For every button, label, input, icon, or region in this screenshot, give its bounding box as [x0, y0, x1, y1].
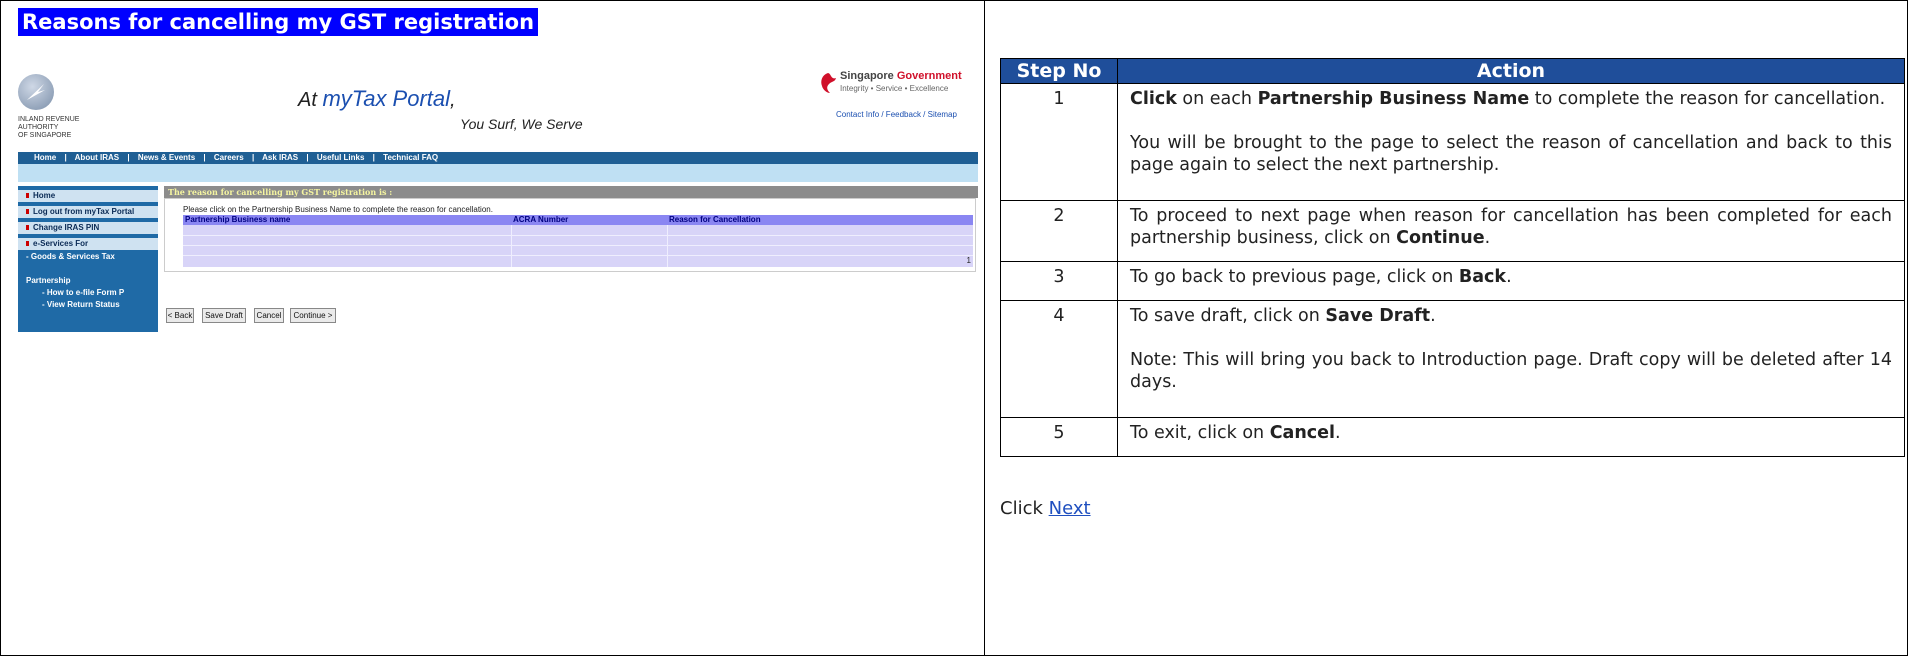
sg-gov-title: Singapore Government — [840, 70, 962, 82]
next-link[interactable]: Next — [1049, 498, 1091, 519]
table-row[interactable] — [183, 245, 973, 246]
table-divider — [511, 225, 512, 267]
step-no-header: Step No — [1000, 58, 1118, 84]
step-number: 2 — [1000, 200, 1118, 262]
step-number: 5 — [1000, 417, 1118, 457]
back-button[interactable]: < Back — [166, 308, 194, 323]
cancel-button[interactable]: Cancel — [254, 308, 284, 323]
step-number: 3 — [1000, 261, 1118, 301]
nav-technical-faq[interactable]: Technical FAQ — [383, 153, 438, 162]
steps-header-row: Step No Action — [1000, 58, 1905, 84]
content-box: Please click on the Partnership Business… — [164, 198, 976, 272]
step-action: To proceed to next page when reason for … — [1117, 200, 1905, 262]
step-number: 1 — [1000, 83, 1118, 201]
sidebar-item-eservices[interactable]: e-Services For — [18, 238, 158, 250]
header-band — [18, 164, 978, 182]
table-row: 3 To go back to previous page, click on … — [1000, 261, 1905, 301]
lion-head-icon — [821, 73, 836, 93]
sidebar-item-gst[interactable]: - Goods & Services Tax — [26, 252, 115, 262]
col-acra-number: ACRA Number — [513, 215, 569, 224]
step-action: To exit, click on Cancel. — [1117, 417, 1905, 457]
iras-logo-text: INLAND REVENUE AUTHORITY OF SINGAPORE — [18, 116, 80, 139]
nav-news-events[interactable]: News & Events — [138, 153, 195, 162]
right-panel: Step No Action 1 Click on each Partnersh… — [984, 0, 1908, 656]
contact-links[interactable]: Contact Info / Feedback / Sitemap — [836, 110, 957, 119]
table-row: 2 To proceed to next page when reason fo… — [1000, 200, 1905, 262]
sg-gov-motto: Integrity • Service • Excellence — [840, 84, 949, 93]
sidebar-section-partnership: Partnership — [26, 276, 71, 285]
sidebar-item-view-return-status[interactable]: - View Return Status — [42, 300, 120, 310]
instruction-text: Please click on the Partnership Business… — [183, 205, 493, 214]
steps-table: Step No Action 1 Click on each Partnersh… — [1000, 58, 1905, 457]
partnership-table: Partnership Business name ACRA Number Re… — [183, 215, 973, 267]
col-partnership-name: Partnership Business name — [185, 215, 291, 224]
nav-careers[interactable]: Careers — [214, 153, 244, 162]
nav-useful-links[interactable]: Useful Links — [317, 153, 365, 162]
save-draft-button[interactable]: Save Draft — [202, 308, 246, 323]
nav-home[interactable]: Home — [34, 153, 56, 162]
step-action: To go back to previous page, click on Ba… — [1117, 261, 1905, 301]
table-row: 4 To save draft, click on Save Draft. No… — [1000, 300, 1905, 418]
bullet-icon — [26, 209, 29, 215]
top-navigation: Home | About IRAS | News & Events | Care… — [18, 152, 978, 164]
sidebar-item-logout[interactable]: Log out from myTax Portal — [18, 206, 158, 218]
table-header: Partnership Business name ACRA Number Re… — [183, 215, 973, 225]
table-row[interactable] — [183, 255, 973, 256]
table-divider — [667, 225, 668, 267]
iras-logo-icon — [18, 74, 54, 110]
left-panel: Reasons for cancelling my GST registrati… — [18, 8, 978, 648]
action-header: Action — [1117, 58, 1905, 84]
nav-ask-iras[interactable]: Ask IRAS — [262, 153, 298, 162]
bullet-icon — [26, 225, 29, 231]
bullet-icon — [26, 241, 29, 247]
step-action: To save draft, click on Save Draft. Note… — [1117, 300, 1905, 418]
page-number[interactable]: 1 — [967, 256, 971, 265]
table-row[interactable] — [183, 235, 973, 236]
portal-name: myTax Portal — [322, 86, 451, 111]
step-action: Click on each Partnership Business Name … — [1117, 83, 1905, 201]
sidebar-item-change-pin[interactable]: Change IRAS PIN — [18, 222, 158, 234]
sidebar-item-efile-form-p[interactable]: - How to e-file Form P — [42, 288, 124, 298]
sidebar-item-home[interactable]: Home — [18, 190, 158, 202]
table-row: 1 Click on each Partnership Business Nam… — [1000, 83, 1905, 201]
step-number: 4 — [1000, 300, 1118, 418]
content-heading: The reason for cancelling my GST registr… — [164, 186, 978, 198]
sidebar: Home Log out from myTax Portal Change IR… — [18, 186, 158, 332]
page-title: Reasons for cancelling my GST registrati… — [18, 8, 539, 36]
portal-screenshot: INLAND REVENUE AUTHORITY OF SINGAPORE At… — [18, 64, 978, 354]
table-row: 5 To exit, click on Cancel. — [1000, 417, 1905, 457]
portal-subtagline: You Surf, We Serve — [460, 116, 583, 132]
continue-button[interactable]: Continue > — [290, 308, 336, 323]
click-next-text: Click Next — [1000, 498, 1091, 519]
col-reason: Reason for Cancellation — [669, 215, 761, 224]
nav-about-iras[interactable]: About IRAS — [75, 153, 119, 162]
bullet-icon — [26, 193, 29, 199]
portal-tagline: At myTax Portal, — [298, 86, 456, 111]
